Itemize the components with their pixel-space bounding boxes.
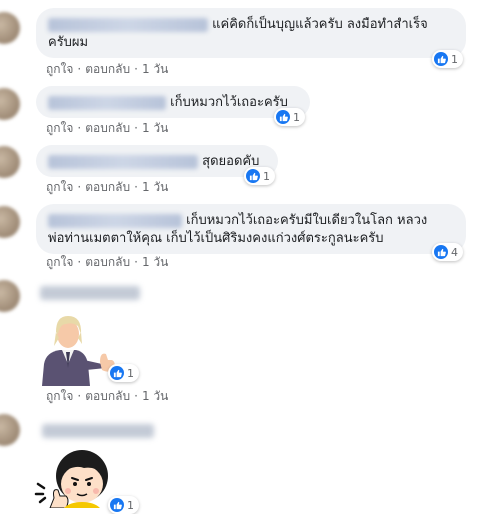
author-name[interactable] xyxy=(48,213,182,228)
author-name[interactable] xyxy=(48,17,208,32)
timestamp[interactable]: 1 วัน xyxy=(142,389,168,403)
comment-actions: ถูกใจ · ตอบกลับ · 1 วัน xyxy=(46,255,169,269)
timestamp[interactable]: 1 วัน xyxy=(142,180,168,194)
like-button[interactable]: ถูกใจ xyxy=(46,389,73,403)
comment-text-line2: ครับผม xyxy=(48,35,89,50)
comment-actions: ถูกใจ · ตอบกลับ · 1 วัน xyxy=(46,62,169,76)
timestamp[interactable]: 1 วัน xyxy=(142,255,168,269)
reply-button[interactable]: ตอบกลับ xyxy=(85,180,130,194)
like-icon xyxy=(110,366,124,380)
reply-button[interactable]: ตอบกลับ xyxy=(85,255,130,269)
comment-bubble: เก็บหมวกไว้เถอะครับมีใบเดียวในโลก หลวง พ… xyxy=(36,204,466,254)
like-icon xyxy=(110,498,124,512)
avatar[interactable] xyxy=(0,280,20,312)
timestamp[interactable]: 1 วัน xyxy=(142,62,168,76)
like-icon xyxy=(434,52,448,66)
comment-bubble: แค่คิดก็เป็นบุญแล้วครับ ลงมือทำสำเร็จ คร… xyxy=(36,8,466,58)
comment-text: แค่คิดก็เป็นบุญแล้วครับ ลงมือทำสำเร็จ xyxy=(212,17,428,32)
like-icon xyxy=(434,245,448,259)
like-button[interactable]: ถูกใจ xyxy=(46,121,73,135)
author-name[interactable] xyxy=(48,95,166,110)
avatar[interactable] xyxy=(0,414,20,446)
avatar[interactable] xyxy=(0,146,20,178)
reply-button[interactable]: ตอบกลับ xyxy=(85,389,130,403)
avatar[interactable] xyxy=(0,12,20,44)
like-button[interactable]: ถูกใจ xyxy=(46,255,73,269)
comment-text-line2: พ่อท่านเมตตาให้คุณ เก็บไว้เป็นศิริมงคงแก… xyxy=(48,231,384,246)
comment-actions: ถูกใจ · ตอบกลับ · 1 วัน xyxy=(46,180,169,194)
like-button[interactable]: ถูกใจ xyxy=(46,180,73,194)
reaction-count[interactable]: 1 xyxy=(108,364,139,382)
timestamp[interactable]: 1 วัน xyxy=(142,121,168,135)
comment-text: เก็บหมวกไว้เถอะครับมีใบเดียวในโลก หลวง xyxy=(186,213,428,228)
reaction-count[interactable]: 4 xyxy=(432,243,463,261)
thumbs-up-man-sticker xyxy=(42,316,115,386)
reaction-count[interactable]: 1 xyxy=(244,167,275,185)
comment-bubble: เก็บหมวกไว้เถอะครับ xyxy=(36,86,310,118)
thumbs-up-girl-sticker xyxy=(34,450,108,508)
reaction-count[interactable]: 1 xyxy=(432,50,463,68)
comment-text: เก็บหมวกไว้เถอะครับ xyxy=(170,95,288,110)
comment-bubble: สุดยอดคับ xyxy=(36,145,278,177)
like-icon xyxy=(276,110,290,124)
avatar[interactable] xyxy=(0,88,20,120)
author-name[interactable] xyxy=(42,424,154,438)
comment-actions: ถูกใจ · ตอบกลับ · 1 วัน xyxy=(46,389,169,403)
author-name[interactable] xyxy=(40,286,140,300)
like-icon xyxy=(246,169,260,183)
reply-button[interactable]: ตอบกลับ xyxy=(85,62,130,76)
avatar[interactable] xyxy=(0,206,20,238)
reaction-count[interactable]: 1 xyxy=(274,108,305,126)
like-button[interactable]: ถูกใจ xyxy=(46,62,73,76)
reaction-count[interactable]: 1 xyxy=(108,496,139,514)
comment-actions: ถูกใจ · ตอบกลับ · 1 วัน xyxy=(46,121,169,135)
reply-button[interactable]: ตอบกลับ xyxy=(85,121,130,135)
author-name[interactable] xyxy=(48,154,198,169)
